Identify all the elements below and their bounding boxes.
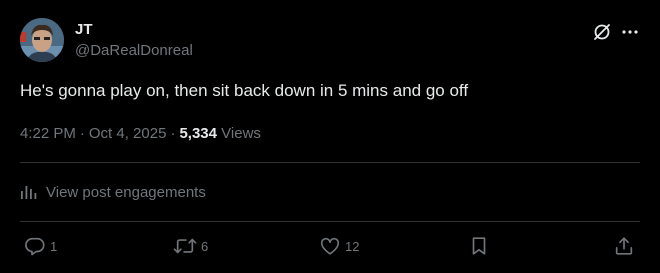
- divider: [20, 162, 640, 163]
- bookmark-button[interactable]: [468, 232, 490, 260]
- grok-icon: [594, 24, 610, 40]
- post-meta: 4:22 PM · Oct 4, 2025 · 5,334 Views: [20, 124, 261, 144]
- post-text: He's gonna play on, then sit back down i…: [20, 81, 469, 100]
- divider: [20, 221, 640, 222]
- view-engagements-label: View post engagements: [46, 183, 206, 201]
- action-bar: 1 6 12: [0, 232, 660, 260]
- bar-chart-icon: [21, 186, 37, 199]
- reply-button[interactable]: 1: [24, 232, 57, 260]
- meta-separator: ·: [79, 125, 85, 142]
- avatar-image: [20, 18, 64, 62]
- meta-separator: ·: [170, 125, 176, 142]
- repost-count: 6: [201, 238, 209, 254]
- views-count: 5,334: [179, 125, 217, 142]
- repost-button[interactable]: 6: [173, 232, 208, 260]
- views-label: Views: [221, 125, 261, 142]
- view-engagements-link[interactable]: View post engagements: [20, 181, 206, 203]
- share-button[interactable]: [613, 232, 635, 260]
- reply-count: 1: [50, 238, 58, 254]
- grok-button[interactable]: [592, 22, 612, 42]
- like-button[interactable]: 12: [319, 232, 359, 260]
- avatar[interactable]: [20, 18, 64, 62]
- share-icon: [615, 237, 633, 255]
- author-handle[interactable]: @DaRealDonreal: [75, 42, 193, 60]
- repost-icon: [173, 238, 197, 254]
- bookmark-icon: [472, 237, 486, 255]
- like-count: 12: [345, 238, 360, 254]
- more-button[interactable]: [620, 22, 640, 42]
- more-icon: [622, 30, 638, 34]
- post: JT @DaRealDonreal He's gonna play on, th…: [0, 0, 660, 273]
- post-time[interactable]: 4:22 PM: [20, 125, 76, 142]
- author-name[interactable]: JT: [75, 21, 93, 39]
- reply-icon: [25, 237, 45, 256]
- heart-icon: [320, 237, 340, 255]
- post-date[interactable]: Oct 4, 2025: [89, 125, 167, 142]
